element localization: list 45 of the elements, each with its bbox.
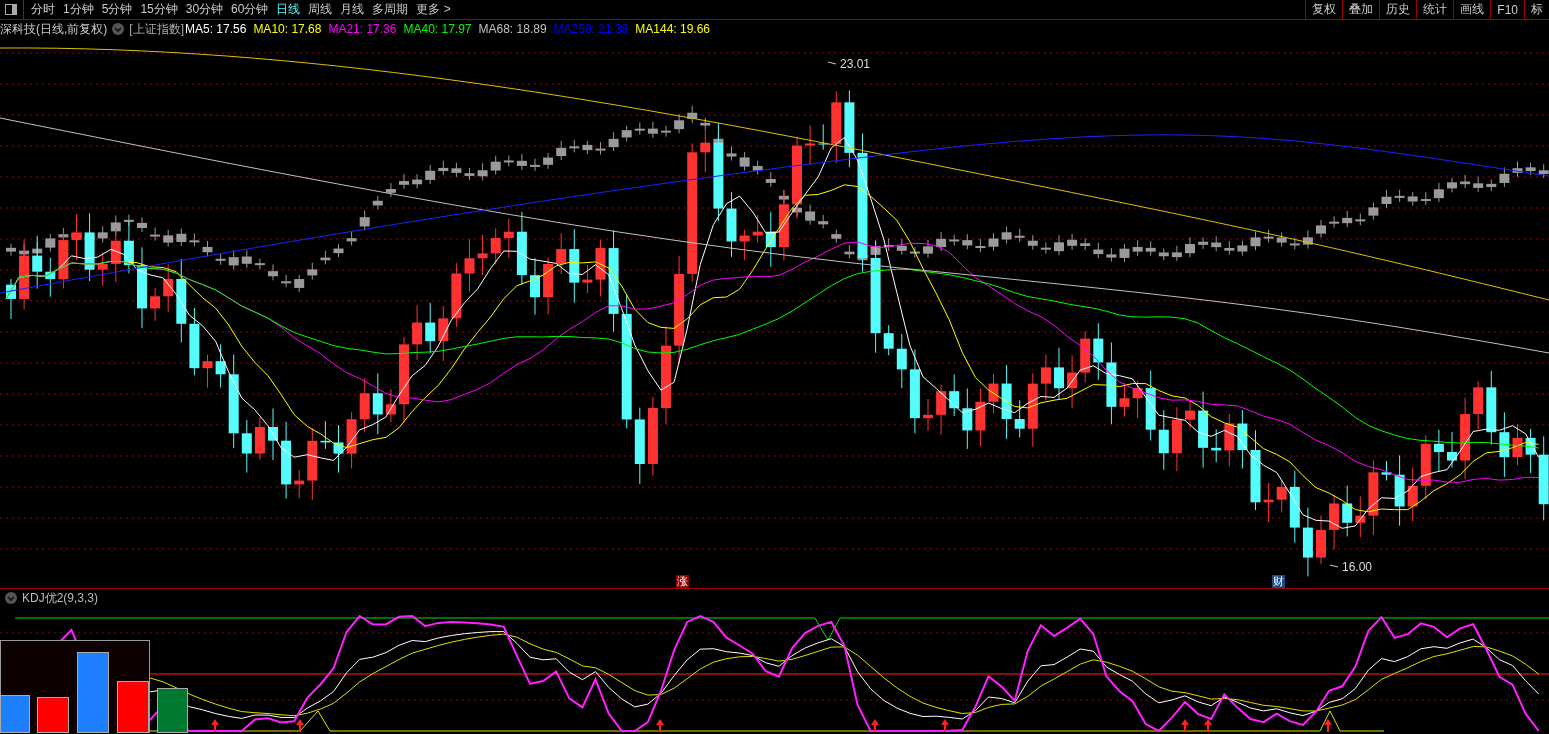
index-label: [上证指数] bbox=[129, 20, 184, 38]
indicator-title: KDJ优2(9,3,3) bbox=[22, 589, 99, 607]
period-tab[interactable]: 60分钟 bbox=[227, 1, 273, 18]
period-tab[interactable]: 更多 > bbox=[412, 1, 455, 18]
ma-value: MA21: 17.36 bbox=[328, 22, 397, 36]
panel-toggle-icon[interactable] bbox=[5, 4, 17, 15]
period-tab[interactable]: 周线 bbox=[304, 1, 337, 18]
tool-button[interactable]: 历史 bbox=[1379, 0, 1417, 20]
ma-value: MA250: 21.38 bbox=[553, 22, 629, 36]
leader-line bbox=[827, 61, 837, 65]
ma-value: MA144: 19.66 bbox=[635, 22, 710, 36]
ma-value: MA10: 17.68 bbox=[253, 22, 322, 36]
tool-button[interactable]: 标 bbox=[1524, 0, 1549, 20]
tool-button[interactable]: 统计 bbox=[1416, 0, 1454, 20]
up-arrow-icon bbox=[1181, 719, 1189, 732]
period-tab[interactable]: 1分钟 bbox=[59, 1, 98, 18]
leader-line bbox=[1329, 564, 1339, 568]
ma-value: MA40: 17.97 bbox=[403, 22, 472, 36]
period-tab[interactable]: 月线 bbox=[336, 1, 369, 18]
tool-button[interactable]: 叠加 bbox=[1342, 0, 1380, 20]
up-arrow-icon bbox=[656, 719, 664, 732]
up-arrow-icon bbox=[1204, 719, 1212, 732]
ma-value: MA68: 18.89 bbox=[478, 22, 547, 36]
period-tab[interactable]: 分时 bbox=[27, 1, 59, 18]
tool-button[interactable]: F10 bbox=[1490, 0, 1524, 20]
ma-value: MA5: 17.56 bbox=[185, 22, 247, 36]
period-tab[interactable]: 5分钟 bbox=[97, 1, 137, 18]
up-arrow-icon bbox=[941, 719, 949, 732]
period-tab[interactable]: 15分钟 bbox=[136, 1, 182, 18]
event-marker[interactable]: 涨 bbox=[676, 575, 689, 588]
chevron-down-icon[interactable] bbox=[5, 592, 17, 604]
period-tab[interactable]: 30分钟 bbox=[181, 1, 228, 18]
up-arrow-icon bbox=[1324, 719, 1332, 732]
up-arrow-icon bbox=[871, 719, 879, 732]
tool-button[interactable]: 画线 bbox=[1453, 0, 1491, 20]
up-arrow-icon bbox=[296, 719, 304, 732]
high-price-label: 23.01 bbox=[840, 57, 871, 71]
low-price-label: 16.00 bbox=[1342, 560, 1373, 574]
period-tab[interactable]: 多周期 bbox=[368, 1, 413, 18]
event-marker[interactable]: 财 bbox=[1272, 575, 1285, 588]
up-arrow-icon bbox=[211, 719, 219, 732]
chevron-down-icon[interactable] bbox=[112, 23, 125, 35]
stock-title: 深科技(日线,前复权) bbox=[0, 20, 108, 38]
tool-button[interactable]: 复权 bbox=[1305, 0, 1343, 20]
period-tab[interactable]: 日线 bbox=[272, 1, 305, 18]
